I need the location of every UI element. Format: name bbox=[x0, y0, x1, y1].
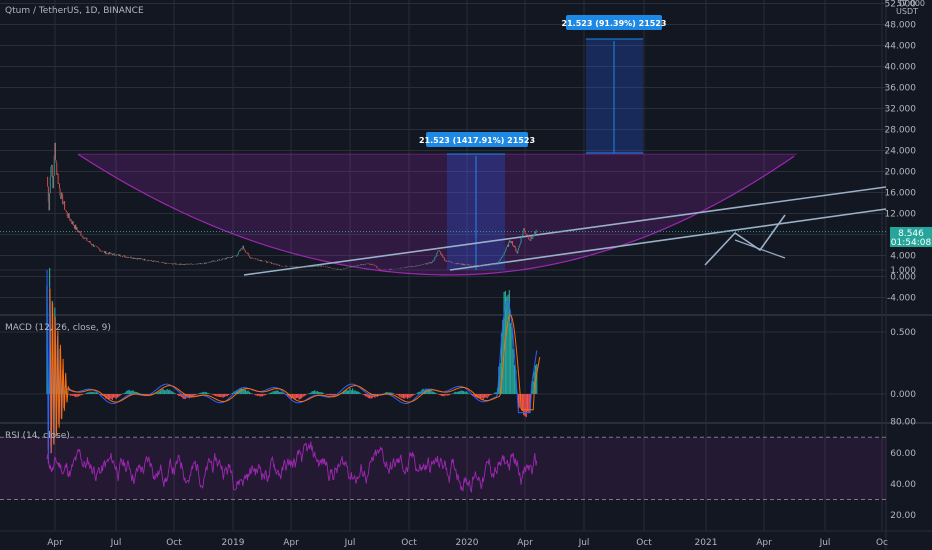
macd-signal-line bbox=[49, 288, 541, 454]
chart-window: Apr Jul Oct 2019 Apr Jul Oct 2020 Apr Jul Oct 2021 A… bbox=[0, 0, 932, 550]
macd-tick-label: 0.500 bbox=[890, 328, 916, 338]
rsi-tick-label: 60.00 bbox=[890, 449, 916, 459]
x-tick-label: Apr bbox=[47, 538, 63, 548]
price-tag-countdown: 01:54:08 bbox=[891, 238, 932, 248]
x-tick-label: 2020 bbox=[456, 538, 479, 548]
x-tick-label: Jul bbox=[110, 538, 122, 548]
rsi-tick-label: 80.00 bbox=[890, 418, 916, 428]
x-tick-label: Oct bbox=[401, 538, 417, 548]
macd-tick-label: 1.000 bbox=[890, 266, 916, 276]
x-tick-label: Jul bbox=[578, 538, 590, 548]
price-tick-label: 16.000 bbox=[885, 189, 917, 199]
measure-label-2[interactable]: 21.523 (91.39%) 21523 bbox=[562, 15, 667, 30]
price-tick-label: 24.000 bbox=[885, 147, 917, 157]
x-tick-label: Oct bbox=[636, 538, 652, 548]
price-tick-label: 36.000 bbox=[885, 84, 917, 94]
x-tick-label: Oc bbox=[876, 538, 888, 548]
x-tick-label: Apr bbox=[517, 538, 533, 548]
macd-tick-label: 0.000 bbox=[890, 390, 916, 400]
symbol-title: Qtum / TetherUS, 1D, BINANCE bbox=[5, 6, 144, 16]
measure-label-1[interactable]: 21.523 (1417.91%) 21523 bbox=[419, 132, 535, 147]
x-tick-label: Oct bbox=[166, 538, 182, 548]
x-tick-label: Jul bbox=[819, 538, 831, 548]
price-tick-label: 40.000 bbox=[885, 63, 917, 73]
price-tick-label: 28.000 bbox=[885, 126, 917, 136]
x-tick-label: 2021 bbox=[695, 538, 718, 548]
rsi-title: RSI (14, close) bbox=[5, 431, 70, 441]
macd-title: MACD (12, 26, close, 9) bbox=[5, 323, 111, 333]
price-tick-label: 4.000 bbox=[890, 252, 916, 262]
price-tick-label: 32.000 bbox=[885, 105, 917, 115]
x-tick-label: Jul bbox=[344, 538, 356, 548]
x-tick-label: 2019 bbox=[222, 538, 245, 548]
axis-unit: USDT bbox=[896, 7, 918, 16]
price-tick-label: 12.000 bbox=[885, 210, 917, 220]
current-price-tag: 8.546 01:54:08 bbox=[890, 227, 932, 248]
price-tick-label: 20.000 bbox=[885, 168, 917, 178]
rsi-tick-label: 20.00 bbox=[890, 511, 916, 521]
price-panel[interactable] bbox=[0, 38, 887, 276]
x-tick-label: Apr bbox=[283, 538, 299, 548]
macd-line bbox=[46, 269, 538, 464]
price-tick-label: -4.000 bbox=[887, 294, 916, 304]
x-tick-label: Apr bbox=[756, 538, 772, 548]
rsi-panel[interactable] bbox=[0, 436, 886, 500]
trendline-channel bbox=[704, 214, 786, 266]
rsi-tick-label: 40.00 bbox=[890, 480, 916, 490]
chart-canvas[interactable]: Apr Jul Oct 2019 Apr Jul Oct 2020 Apr Jul Oct 2021 A… bbox=[0, 0, 932, 550]
price-tick-label: 48.000 bbox=[885, 21, 917, 31]
price-tick-label: 44.000 bbox=[885, 42, 917, 52]
measure-label-2-text: 21.523 (91.39%) 21523 bbox=[562, 19, 667, 28]
measure-label-1-text: 21.523 (1417.91%) 21523 bbox=[419, 136, 535, 145]
